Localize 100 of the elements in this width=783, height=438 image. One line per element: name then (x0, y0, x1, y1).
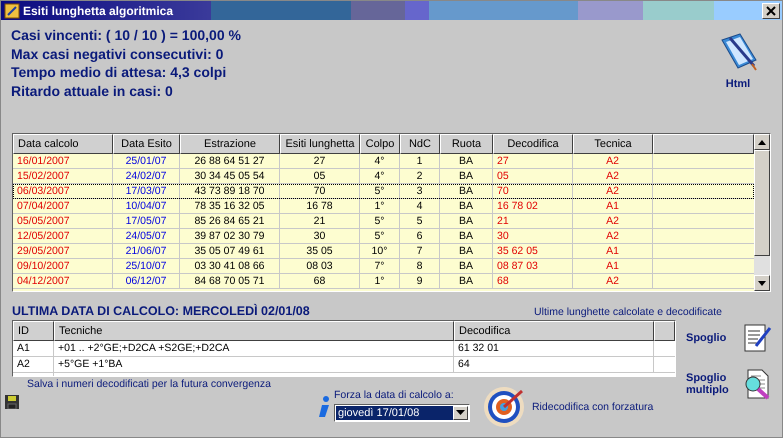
force-label: Forza la data di calcolo a: (334, 388, 455, 400)
table-cell: 21 (280, 214, 360, 228)
table-cell: 25/10/07 (113, 259, 180, 273)
table-cell: BA (440, 274, 493, 288)
table-cell: 04/12/2007 (13, 274, 113, 288)
table-cell: 35 62 05 (493, 244, 573, 258)
table-row[interactable]: 29/05/2007 21/06/07 35 05 07 49 61 35 05 10° 7 BA 35 62 05 A1 (13, 244, 754, 259)
stat-text: Max casi negativi consecutivi: 0 (11, 44, 224, 63)
table-cell: A2 (573, 154, 653, 168)
table-cell: 29/05/2007 (13, 244, 113, 258)
table-cell: 26 88 64 51 27 (180, 154, 280, 168)
table-cell: 07/04/2007 (13, 199, 113, 213)
table-cell: 25/01/07 (113, 154, 180, 168)
column-header[interactable]: Decodifica (454, 321, 654, 341)
table-cell: A1 (13, 341, 54, 356)
column-header[interactable]: Colpo (360, 134, 400, 154)
table-cell: 17/03/07 (113, 184, 180, 198)
table-cell: 5 (400, 214, 440, 228)
table-cell: BA (440, 169, 493, 183)
stat-text: Tempo medio di attesa: 4,3 colpi (11, 63, 228, 82)
table-cell: 08 87 03 (493, 259, 573, 273)
table-cell: 05 (280, 169, 360, 183)
table-cell: +01 .. +2°GE;+D2CA +S2GE;+D2CA (54, 341, 454, 356)
table-cell: A1 (573, 259, 653, 273)
column-header[interactable]: Tecnica (573, 134, 653, 154)
table-cell: 35 05 (280, 244, 360, 258)
column-header[interactable]: Esiti lunghetta (280, 134, 360, 154)
table-cell: 4 (400, 199, 440, 213)
caret-icon (456, 410, 465, 415)
table-cell: 05/05/2007 (13, 214, 113, 228)
table-cell: 03 30 41 08 66 (180, 259, 280, 273)
table-cell: A1 (573, 199, 653, 213)
table-cell: 06/03/2007 (13, 184, 113, 198)
recode-link[interactable]: Ridecodifica con forzatura (532, 401, 654, 413)
table-cell: 85 26 84 65 21 (180, 214, 280, 228)
table-cell: BA (440, 214, 493, 228)
table-cell: 4° (360, 154, 400, 168)
table-cell: 24/05/07 (113, 229, 180, 243)
table-cell: +5°GE +1°BA (54, 357, 454, 372)
table-cell: A2 (573, 184, 653, 198)
down-arrow-icon (758, 280, 766, 286)
table-cell: 21 (493, 214, 573, 228)
table-cell: 6 (400, 229, 440, 243)
table-cell: 61 32 01 (454, 341, 654, 356)
close-button[interactable] (762, 2, 780, 18)
spoglio-button[interactable]: Spoglio (686, 332, 742, 344)
table-cell: 78 35 16 32 05 (180, 199, 280, 213)
html-button[interactable]: Html (726, 78, 750, 90)
table-cell: 24/02/07 (113, 169, 180, 183)
scrollbar[interactable] (754, 134, 770, 291)
date-dropdown[interactable]: giovedì 17/01/08 (334, 404, 470, 422)
table-cell: 4° (360, 169, 400, 183)
section-note: Ultime lunghette calcolate e decodificate (534, 306, 722, 318)
table-cell: 05 (493, 169, 573, 183)
table-cell: 06/12/07 (113, 274, 180, 288)
table-cell: 39 87 02 30 79 (180, 229, 280, 243)
column-header[interactable]: Decodifica (493, 134, 573, 154)
table-cell: 68 (280, 274, 360, 288)
table-cell: 7 (400, 244, 440, 258)
column-header[interactable]: Data Esito (113, 134, 180, 154)
table-cell: 8 (400, 259, 440, 273)
column-header[interactable]: Ruota (440, 134, 493, 154)
table-cell: 21/06/07 (113, 244, 180, 258)
table-cell: 30 34 45 05 54 (180, 169, 280, 183)
table-cell: BA (440, 184, 493, 198)
column-header[interactable]: Data calcolo (13, 134, 113, 154)
table-row[interactable]: 12/05/2007 24/05/07 39 87 02 30 79 30 5° 6 BA 30 A2 (13, 229, 754, 244)
table-cell: 16/01/2007 (13, 154, 113, 168)
table-row[interactable]: 04/12/2007 06/12/07 84 68 70 05 71 68 1° 9 BA 68 A2 (13, 274, 754, 289)
table-row[interactable]: 16/01/2007 25/01/07 26 88 64 51 27 27 4° 1 BA 27 A2 (13, 154, 754, 169)
column-header[interactable]: Tecniche (54, 321, 454, 341)
table-cell: 09/10/2007 (13, 259, 113, 273)
spoglio-multiplo-button[interactable]: Spoglio multiplo (686, 372, 742, 396)
table-row[interactable]: 07/04/2007 10/04/07 78 35 16 32 05 16 78 1° 4 BA 16 78 02 A1 (13, 199, 754, 214)
table-cell: 10/04/07 (113, 199, 180, 213)
table-cell: 30 (493, 229, 573, 243)
scroll-pen-icon (742, 322, 772, 354)
column-header[interactable]: Estrazione (180, 134, 280, 154)
column-header[interactable]: NdC (400, 134, 440, 154)
table-cell: 70 (493, 184, 573, 198)
table-cell: 64 (454, 357, 654, 372)
table-cell: 84 68 70 05 71 (180, 274, 280, 288)
table-cell: 08 03 (280, 259, 360, 273)
table-row[interactable]: 05/05/2007 17/05/07 85 26 84 65 21 21 5° 5 BA 21 A2 (13, 214, 754, 229)
table-cell: 1° (360, 274, 400, 288)
table-cell: A2 (573, 229, 653, 243)
column-header[interactable]: ID (13, 321, 54, 341)
table-row[interactable]: 15/02/2007 24/02/07 30 34 45 05 54 05 4° 2 BA 05 A2 (13, 169, 754, 184)
stat-text: Ritardo attuale in casi: 0 (11, 82, 174, 100)
table-cell: 7° (360, 259, 400, 273)
table-cell: A2 (573, 214, 653, 228)
table-cell: A1 (573, 244, 653, 258)
table-cell: 43 73 89 18 70 (180, 184, 280, 198)
window-title: Esiti lunghetta algoritmica (23, 4, 174, 18)
last-calc-heading: ULTIMA DATA DI CALCOLO: MERCOLEDÌ 02/01/08 (12, 304, 310, 318)
table-row[interactable]: 06/03/2007 17/03/07 43 73 89 18 70 70 5° 3 BA 70 A2 (13, 184, 754, 199)
table-cell: 5° (360, 229, 400, 243)
table-row[interactable]: 09/10/2007 25/10/07 03 30 41 08 66 08 03 7° 8 BA 08 87 03 A1 (13, 259, 754, 274)
table-cell: 27 (280, 154, 360, 168)
save-link[interactable]: Salva i numeri decodificati per la futura convergenza (27, 378, 271, 390)
